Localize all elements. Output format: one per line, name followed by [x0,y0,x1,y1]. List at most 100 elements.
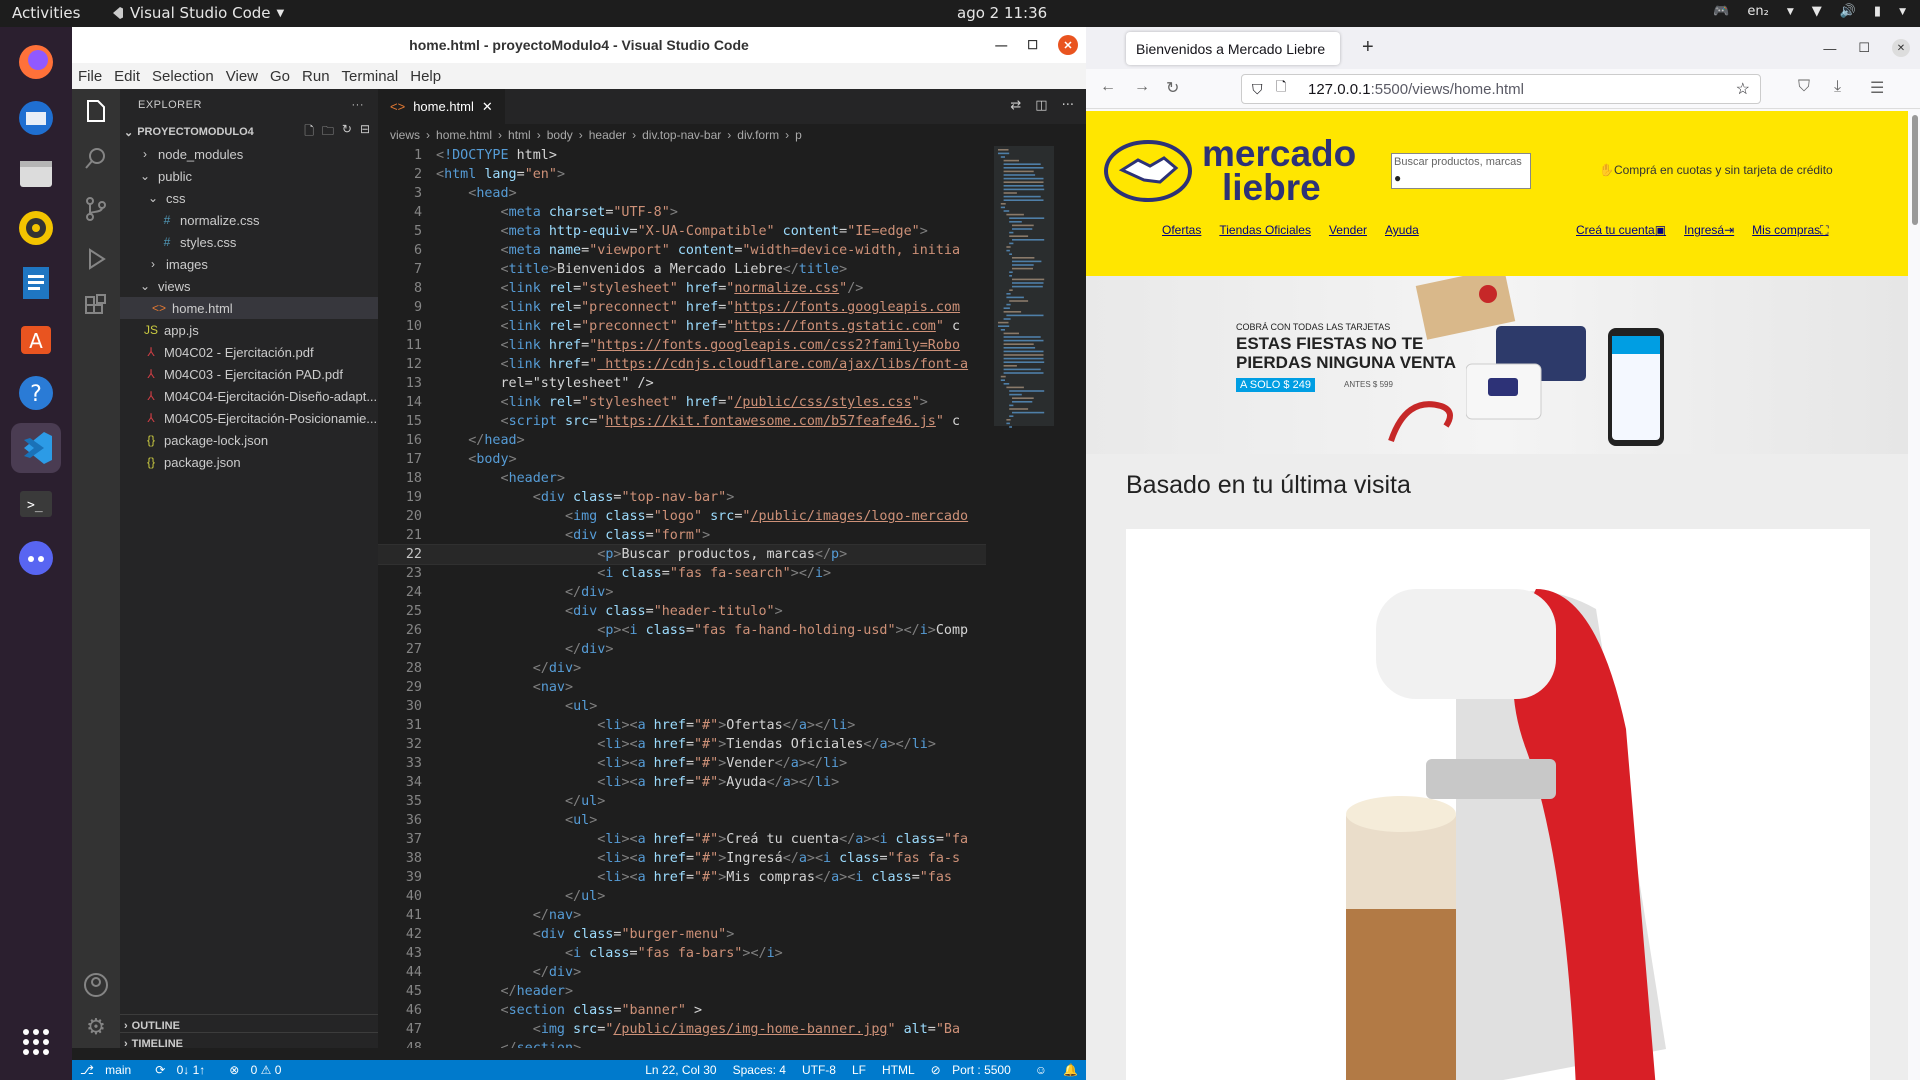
system-tray[interactable]: 🎮 en₂ ▼ ▼ 🔊 ▮ ▼ [1713,4,1906,19]
feedback-icon[interactable]: ☺ [1035,1063,1047,1077]
code-line[interactable]: 33 <li><a href="#">Vender</a></li> [378,754,986,773]
close-icon[interactable]: ✕ [1058,35,1078,55]
code-line[interactable]: 30 <ul> [378,697,986,716]
writer-icon[interactable] [11,258,61,308]
breadcrumb-item[interactable]: header [589,128,626,142]
product-card[interactable] [1126,529,1870,1080]
code-line[interactable]: 16 </head> [378,431,986,450]
sync-indicator[interactable]: ⟳ 0↓ 1↑ [155,1063,213,1077]
hamburger-menu-icon[interactable]: ☰ [1870,78,1884,98]
new-folder-icon[interactable]: 🗀 [322,122,334,143]
breadcrumb-item[interactable]: views [390,128,420,142]
page-info-icon[interactable]: 🗋 [1276,78,1286,100]
minimize-icon[interactable]: — [995,38,1007,52]
code-line[interactable]: 11 <link href="https://fonts.googleapis.… [378,336,986,355]
menu-selection[interactable]: Selection [152,68,214,85]
apps-grid-icon[interactable] [11,1017,61,1067]
wifi-icon[interactable]: ▼ [1812,4,1822,19]
close-tab-icon[interactable]: ✕ [1331,40,1340,57]
activities-button[interactable]: Activities [12,4,80,22]
code-line[interactable]: 38 <li><a href="#">Ingresá</a><i class="… [378,849,986,868]
code-line[interactable]: 27 </div> [378,640,986,659]
open-changes-icon[interactable]: ⇄ [1010,98,1021,113]
source-control-icon[interactable] [80,195,112,227]
refresh-icon[interactable]: ↻ [342,122,352,143]
menu-file[interactable]: File [78,68,102,85]
window-titlebar[interactable]: home.html - proyectoModulo4 - Visual Stu… [72,27,1086,63]
code-line[interactable]: 44 </div> [378,963,986,982]
back-icon[interactable]: ← [1100,78,1116,96]
breadcrumb-item[interactable]: div.top-nav-bar [642,128,721,142]
file-tree-item[interactable]: › images [120,253,378,275]
encoding[interactable]: UTF-8 [802,1063,836,1077]
nav-tiendas-oficiales[interactable]: Tiendas Oficiales [1219,223,1311,237]
menu-go[interactable]: Go [270,68,290,85]
file-tree-item[interactable]: JS app.js [120,319,378,341]
settings-gear-icon[interactable]: ⚙ [80,1015,112,1047]
code-line[interactable]: 18 <header> [378,469,986,488]
menu-run[interactable]: Run [302,68,330,85]
code-line[interactable]: 45 </header> [378,982,986,1001]
page-scrollbar[interactable] [1912,115,1918,225]
branch-indicator[interactable]: ⎇ main [80,1063,139,1077]
code-line[interactable]: 3 <head> [378,184,986,203]
code-line[interactable]: 21 <div class="form"> [378,526,986,545]
code-line[interactable]: 7 <title>Bienvenidos a Mercado Liebre</t… [378,260,986,279]
shield-icon[interactable]: ⛉ [1252,81,1263,98]
code-line[interactable]: 32 <li><a href="#">Tiendas Oficiales</a>… [378,735,986,754]
code-line[interactable]: 39 <li><a href="#">Mis compras</a><i cla… [378,868,986,887]
code-line[interactable]: 26 <p><i class="fas fa-hand-holding-usd"… [378,621,986,640]
project-root[interactable]: ⌄ PROYECTOMODULO4 🗋 🗀 ↻ ⊟ [120,121,378,143]
code-line[interactable]: 28 </div> [378,659,986,678]
maximize-icon[interactable]: ☐ [1027,38,1038,52]
file-tree-item[interactable]: # styles.css [120,231,378,253]
thunderbird-icon[interactable] [11,93,61,143]
notifications-icon[interactable]: 🔔 [1063,1063,1078,1077]
cursor-position[interactable]: Ln 22, Col 30 [645,1063,716,1077]
code-line[interactable]: 10 <link rel="preconnect" href="https://… [378,317,986,336]
pocket-icon[interactable]: ⛉ [1798,78,1810,96]
file-tree-item[interactable]: › node_modules [120,143,378,165]
indentation[interactable]: Spaces: 4 [733,1063,786,1077]
browser-tab[interactable]: Bienvenidos a Mercado Liebre ✕ [1126,32,1340,65]
code-line[interactable]: 20 <img class="logo" src="/public/images… [378,507,986,526]
code-line[interactable]: 40 </ul> [378,887,986,906]
code-line[interactable]: 37 <li><a href="#">Creá tu cuenta</a><i … [378,830,986,849]
volume-icon[interactable]: 🔊 [1840,4,1856,19]
search-input[interactable]: Buscar productos, marcas ● [1391,153,1531,189]
new-file-icon[interactable]: 🗋 [304,122,314,143]
code-line[interactable]: 8 <link rel="stylesheet" href="normalize… [378,279,986,298]
split-editor-icon[interactable]: ◫ [1035,98,1047,113]
file-tree-item[interactable]: ⌄ public [120,165,378,187]
code-line[interactable]: 25 <div class="header-titulo"> [378,602,986,621]
breadcrumb-item[interactable]: p [795,128,802,142]
home-banner[interactable]: COBRÁ CON TODAS LAS TARJETAS ESTAS FIEST… [1086,276,1908,454]
discord-icon[interactable] [11,533,61,583]
breadcrumb-item[interactable]: html [508,128,531,142]
breadcrumb-item[interactable]: body [547,128,573,142]
code-line[interactable]: 43 <i class="fas fa-bars"></i> [378,944,986,963]
code-line[interactable]: 15 <script src="https://kit.fontawesome.… [378,412,986,431]
search-icon[interactable]: ● [1394,171,1528,185]
search-icon[interactable] [80,145,112,177]
battery-icon[interactable]: ▮ [1874,4,1881,19]
close-tab-icon[interactable]: ✕ [482,99,493,115]
downloads-icon[interactable]: ⤓ [1834,78,1841,96]
code-line[interactable]: 2 <html lang="en"> [378,165,986,184]
minimap[interactable] [994,146,1078,496]
code-line[interactable]: 5 <meta http-equiv="X-UA-Compatible" con… [378,222,986,241]
code-line[interactable]: 42 <div class="burger-menu"> [378,925,986,944]
file-tree-item[interactable]: # normalize.css [120,209,378,231]
file-tree-item[interactable]: ⌄ views [120,275,378,297]
vscode-icon[interactable] [11,423,61,473]
timeline-section[interactable]: › TIMELINE [120,1032,378,1054]
code-line[interactable]: 46 <section class="banner" > [378,1001,986,1020]
menu-edit[interactable]: Edit [114,68,140,85]
code-line[interactable]: 22 <p>Buscar productos, marcas</p> [378,544,986,565]
code-line[interactable]: 36 <ul> [378,811,986,830]
more-actions-icon[interactable]: ··· [352,99,365,111]
more-actions-icon[interactable]: ··· [1062,98,1074,113]
bookmark-star-icon[interactable]: ☆ [1736,79,1750,99]
code-line[interactable]: 31 <li><a href="#">Ofertas</a></li> [378,716,986,735]
minimize-icon[interactable]: — [1823,41,1836,56]
